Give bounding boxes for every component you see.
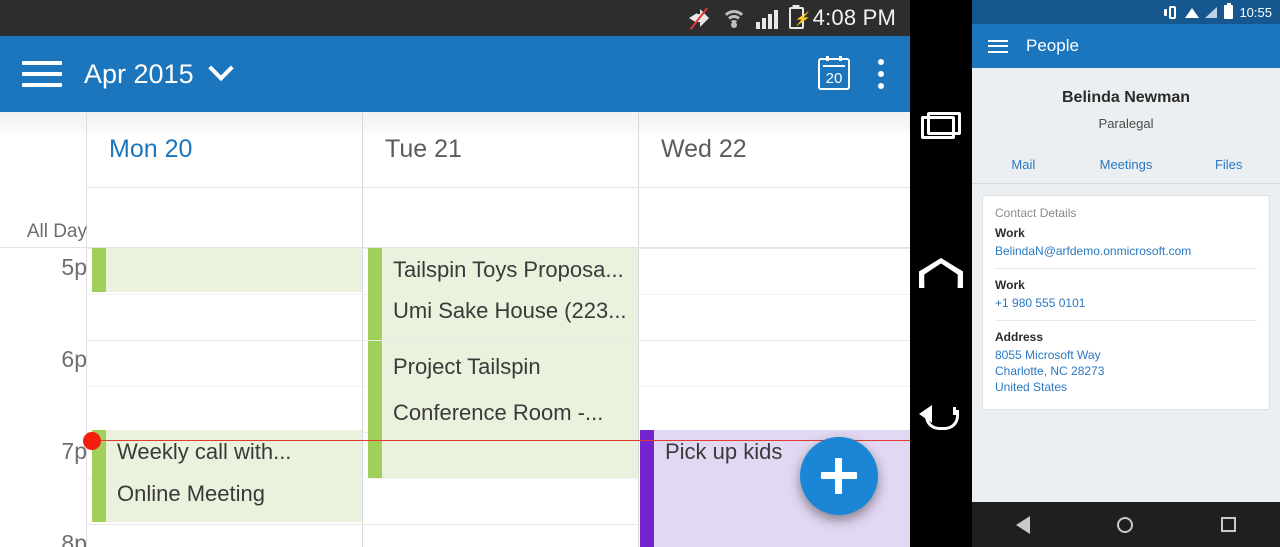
recents-icon[interactable]	[1221, 517, 1237, 532]
add-event-fab[interactable]	[800, 437, 878, 515]
calendar-month-title[interactable]: Apr 2015	[84, 59, 194, 90]
phone-nav-bar	[972, 502, 1280, 547]
chevron-down-icon[interactable]	[207, 55, 234, 82]
today-date-number: 20	[825, 70, 843, 87]
signal-icon	[1205, 6, 1218, 18]
field-value-phone[interactable]: +1 980 555 0101	[995, 295, 1257, 311]
phone-clock: 10:55	[1239, 4, 1272, 20]
contact-field-address: Address 8055 Microsoft Way Charlotte, NC…	[995, 330, 1257, 395]
wifi-icon	[1185, 7, 1200, 18]
back-icon[interactable]	[1015, 515, 1030, 534]
tablet-clock: 4:08 PM	[812, 5, 896, 30]
event-accent-bar	[640, 430, 654, 547]
tab-meetings[interactable]: Meetings	[1075, 146, 1178, 183]
event-block-mon-5p[interactable]	[92, 248, 362, 292]
day-header-tue[interactable]: Tue 21	[363, 112, 639, 188]
signal-icon	[755, 8, 780, 29]
battery-charging-icon: ⚡	[788, 7, 810, 29]
day-header-mon[interactable]: Mon 20	[87, 112, 363, 188]
event-subtitle: Online Meeting	[117, 481, 265, 506]
event-accent-bar	[92, 248, 106, 292]
hour-label-8p: 8p	[61, 530, 87, 547]
event-block-mon-7p[interactable]: Weekly call with... Online Meeting	[92, 430, 362, 522]
field-label: Address	[995, 330, 1044, 344]
recents-icon[interactable]	[921, 112, 961, 140]
contact-details-card: Contact Details Work BelindaN@arfdemo.on…	[982, 195, 1270, 410]
home-icon[interactable]	[919, 258, 963, 288]
people-app-bar: People	[972, 24, 1280, 68]
back-icon[interactable]	[919, 404, 963, 436]
contact-tabs: Mail Meetings Files	[972, 146, 1280, 184]
field-label: Work	[995, 226, 1025, 240]
event-block-tue-2[interactable]: Project Tailspin Conference Room -...	[368, 341, 638, 478]
tablet-status-bar: ⚡ 4:08 PM	[0, 0, 910, 36]
kebab-icon[interactable]	[878, 59, 884, 89]
vibrate-icon	[1164, 5, 1179, 19]
event-title: Project Tailspin	[393, 354, 541, 379]
home-icon[interactable]	[1117, 516, 1134, 533]
battery-icon	[1224, 5, 1234, 19]
hour-label-5p: 5p	[61, 254, 87, 280]
contact-field-work-phone: Work +1 980 555 0101	[995, 278, 1257, 311]
all-day-label: All Day	[26, 221, 87, 242]
divider	[995, 320, 1257, 321]
current-time-dot	[83, 432, 101, 450]
event-accent-bar	[368, 248, 382, 340]
mute-icon	[688, 7, 712, 30]
event-title: Tailspin Toys Proposa...	[393, 257, 624, 282]
event-block-tue-1[interactable]: Tailspin Toys Proposa... Umi Sake House …	[368, 248, 638, 340]
calendar-app-bar: Apr 2015 20	[0, 36, 910, 112]
tablet-nav-strip	[910, 0, 972, 547]
contact-hero: Belinda Newman Paralegal	[972, 68, 1280, 146]
hamburger-icon[interactable]	[22, 61, 62, 87]
tablet-device: ⚡ 4:08 PM Apr 2015 20 Mon 20 Tue 21 Wed …	[0, 0, 910, 547]
contact-name: Belinda Newman	[1061, 89, 1191, 106]
screenshot-root: ⚡ 4:08 PM Apr 2015 20 Mon 20 Tue 21 Wed …	[0, 0, 1280, 547]
field-value-address-line1[interactable]: 8055 Microsoft Way	[995, 347, 1257, 363]
people-app-title: People	[1026, 36, 1079, 55]
hour-label-6p: 6p	[61, 346, 87, 372]
phone-device: 10:55 People Belinda Newman Paralegal Ma…	[972, 0, 1280, 547]
event-title: Weekly call with...	[117, 439, 292, 464]
hamburger-icon[interactable]	[988, 39, 1008, 53]
contact-field-work-email: Work BelindaN@arfdemo.onmicrosoft.com	[995, 226, 1257, 259]
day-header-wed[interactable]: Wed 22	[639, 112, 910, 188]
event-subtitle: Umi Sake House (223...	[393, 298, 627, 323]
wifi-icon	[720, 8, 747, 28]
tab-files[interactable]: Files	[1177, 146, 1280, 183]
calendar-grid[interactable]: Mon 20 Tue 21 Wed 22 All Day 5p 6p 7p 8p	[0, 112, 910, 547]
today-calendar-icon[interactable]: 20	[818, 56, 850, 90]
field-value-address-line2[interactable]: Charlotte, NC 28273	[995, 363, 1257, 379]
contact-role: Paralegal	[1098, 116, 1154, 131]
divider	[995, 268, 1257, 269]
tab-mail[interactable]: Mail	[972, 146, 1075, 183]
calendar-toolbar-actions: 20	[818, 56, 910, 90]
time-gutter	[0, 112, 87, 547]
field-value-address-line3[interactable]: United States	[995, 379, 1257, 395]
field-value-email[interactable]: BelindaN@arfdemo.onmicrosoft.com	[995, 243, 1257, 259]
contact-details-heading: Contact Details	[995, 206, 1077, 220]
current-time-line	[87, 440, 910, 441]
event-subtitle: Conference Room -...	[393, 400, 604, 425]
event-accent-bar	[368, 341, 382, 478]
phone-status-bar: 10:55	[972, 0, 1280, 24]
field-label: Work	[995, 278, 1025, 292]
